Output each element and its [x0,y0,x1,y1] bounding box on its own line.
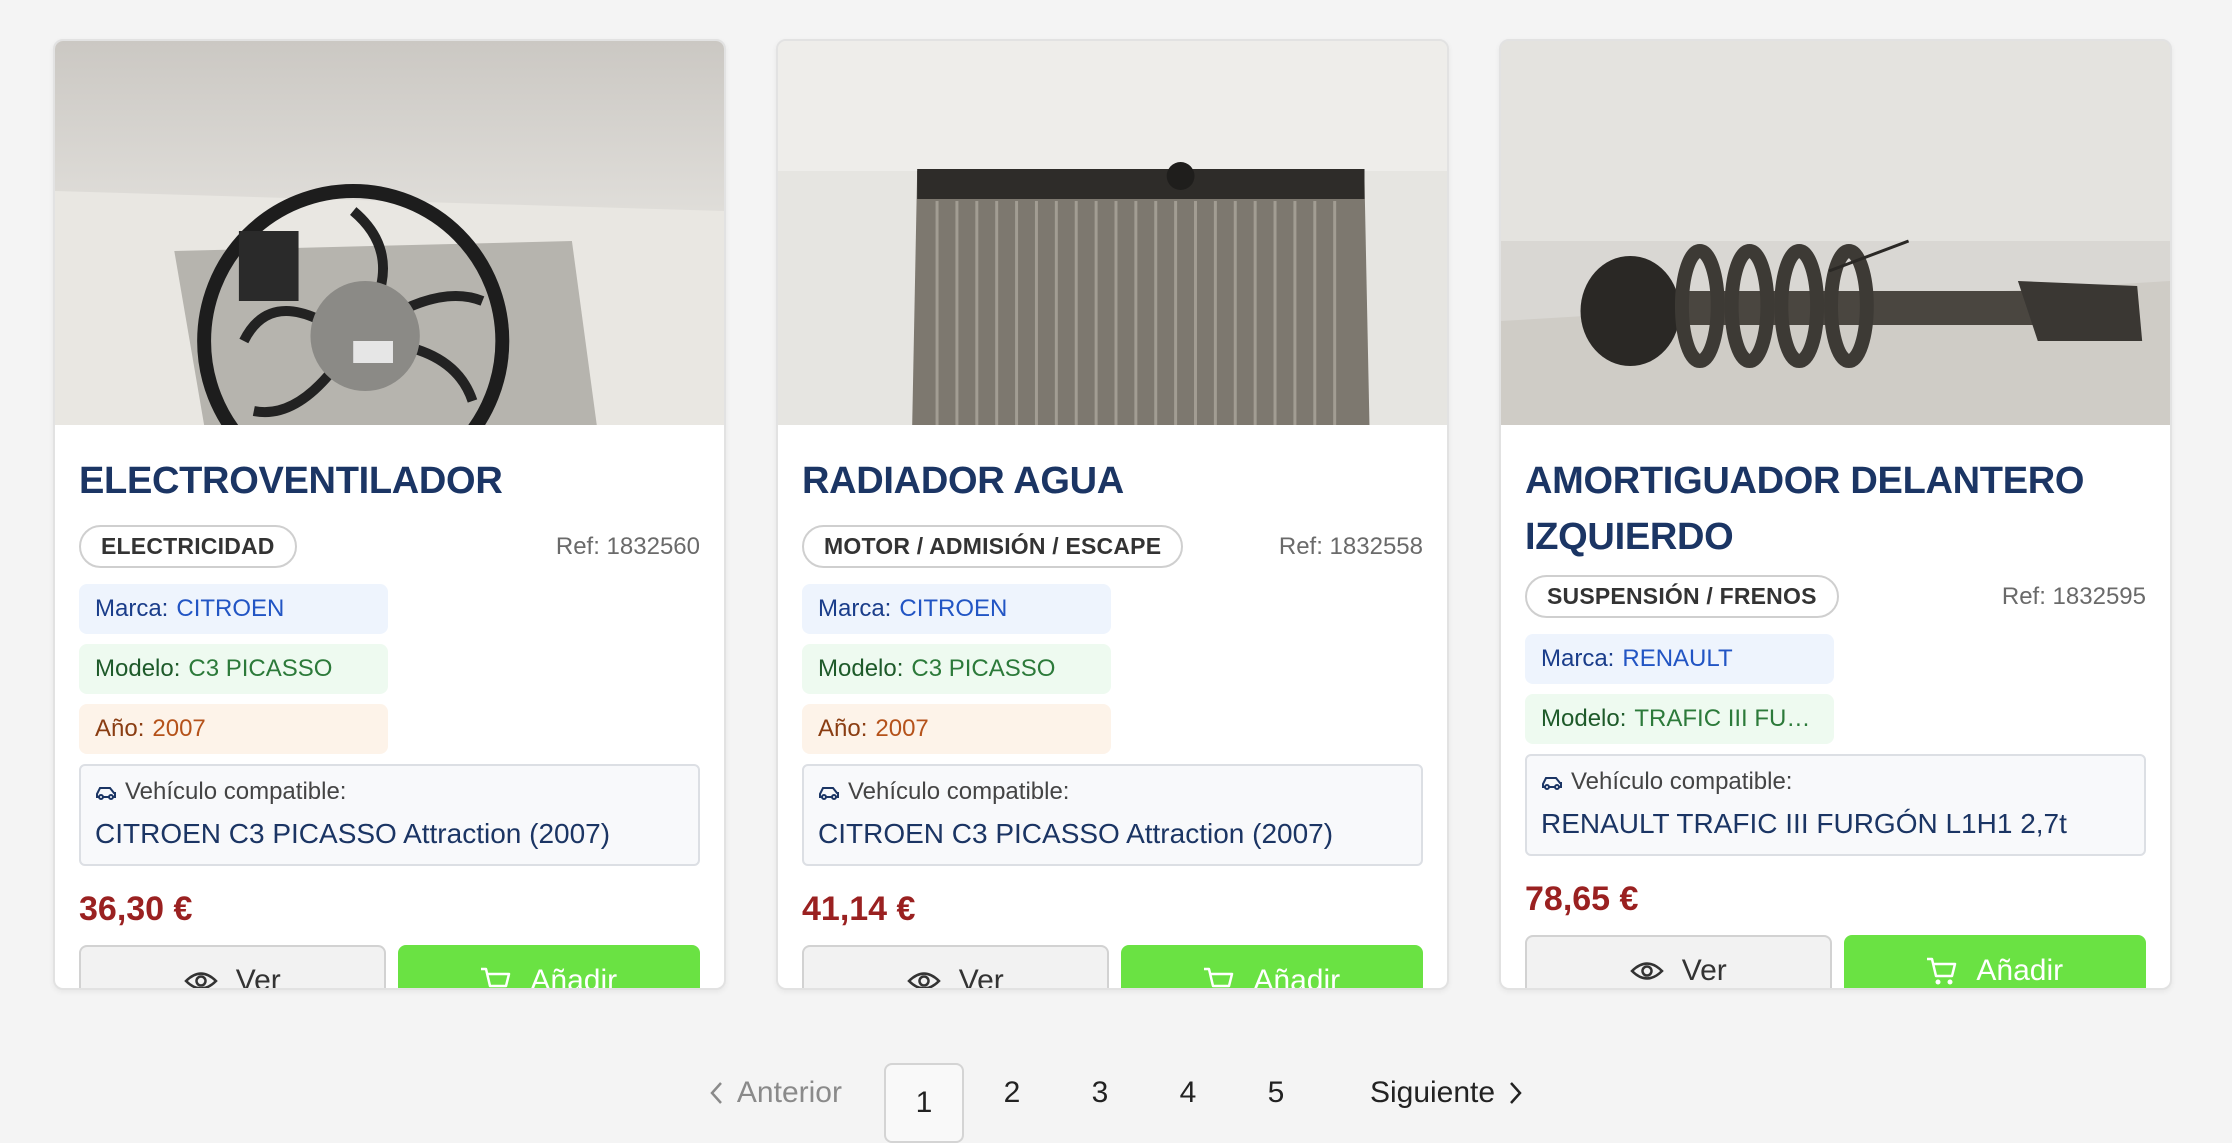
brand-chip: Marca: CITROEN [802,584,1111,634]
chevron-right-icon [1510,1082,1522,1104]
page-1[interactable]: 1 [883,1063,964,1143]
product-image-fan[interactable] [55,41,724,425]
view-label: Ver [1681,954,1727,987]
reference-number: Ref: 1832595 [2001,582,2146,610]
compatible-vehicle: CITROEN C3 PICASSO Attraction (2007) [95,818,611,849]
product-image-radiator[interactable] [778,41,1447,425]
model-chip: Modelo: C3 PICASSO [802,644,1111,694]
eye-icon [183,972,218,988]
page-2[interactable]: 2 [972,1053,1052,1133]
previous-label: Anterior [736,1076,842,1109]
product-title[interactable]: ELECTROVENTILADOR [79,453,700,509]
year-chip: Año: 2007 [79,704,388,754]
model-value: C3 PICASSO [188,655,333,682]
car-icon [819,787,839,800]
year-value: 2007 [875,715,929,742]
pagination: Anterior 1 2 3 4 5 Siguiente [0,1058,2232,1143]
add-to-cart-button[interactable]: Añadir [397,945,700,990]
brand-value: CITROEN [176,595,285,622]
previous-page-button[interactable]: Anterior [709,1076,842,1110]
compatible-vehicle-box: Vehículo compatible: CITROEN C3 PICASSO … [79,764,700,866]
view-label: Ver [958,964,1004,990]
next-label: Siguiente [1369,1076,1496,1109]
cart-icon [481,967,511,988]
compatible-vehicle-box: Vehículo compatible: RENAULT TRAFIC III … [1525,754,2146,856]
product-title[interactable]: AMORTIGUADOR DELANTERO IZQUIERDO [1525,453,2146,565]
reference-number: Ref: 1832560 [555,532,700,560]
product-image-shock-absorber[interactable] [1501,41,2170,425]
reference-number: Ref: 1832558 [1278,532,1423,560]
add-label: Añadir [1253,964,1341,990]
model-chip: Modelo: TRAFIC III FUR... [1525,694,1834,744]
page-5[interactable]: 5 [1236,1053,1316,1133]
product-price: 36,30 € [79,890,193,928]
view-label: Ver [235,964,281,990]
category-badge: SUSPENSIÓN / FRENOS [1525,575,1839,618]
chevron-left-icon [710,1082,722,1104]
product-title[interactable]: RADIADOR AGUA [802,453,1423,509]
eye-icon [906,972,941,988]
model-chip: Modelo: C3 PICASSO [79,644,388,694]
brand-value: CITROEN [899,595,1008,622]
view-button[interactable]: Ver [79,945,386,990]
compatible-label: Vehículo compatible: [1571,768,1793,795]
cart-icon [1204,967,1234,988]
year-value: 2007 [152,715,206,742]
view-button[interactable]: Ver [802,945,1109,990]
compatible-vehicle: CITROEN C3 PICASSO Attraction (2007) [818,818,1334,849]
model-value: C3 PICASSO [911,655,1056,682]
eye-icon [1629,962,1664,980]
product-card: RADIADOR AGUA MOTOR / ADMISIÓN / ESCAPE … [776,39,1449,990]
brand-value: RENAULT [1622,645,1733,672]
product-grid: ELECTROVENTILADOR ELECTRICIDAD Ref: 1832… [53,39,2172,990]
brand-chip: Marca: CITROEN [79,584,388,634]
compatible-label: Vehículo compatible: [125,778,347,805]
category-badge: MOTOR / ADMISIÓN / ESCAPE [802,525,1184,568]
brand-chip: Marca: RENAULT [1525,634,1834,684]
page-3[interactable]: 3 [1060,1053,1140,1133]
add-label: Añadir [530,964,618,990]
cart-icon [1927,957,1957,985]
next-page-button[interactable]: Siguiente [1370,1076,1523,1110]
compatible-label: Vehículo compatible: [848,778,1070,805]
add-label: Añadir [1976,954,2064,987]
category-badge: ELECTRICIDAD [79,525,297,568]
view-button[interactable]: Ver [1525,935,1832,988]
compatible-vehicle-box: Vehículo compatible: CITROEN C3 PICASSO … [802,764,1423,866]
car-icon [1542,777,1562,790]
model-value: TRAFIC III FUR... [1634,705,1818,732]
product-card: AMORTIGUADOR DELANTERO IZQUIERDO SUSPENS… [1499,39,2172,990]
compatible-vehicle: RENAULT TRAFIC III FURGÓN L1H1 2,7t [1541,808,2067,839]
page-4[interactable]: 4 [1148,1053,1228,1133]
product-price: 78,65 € [1525,880,1639,918]
car-icon [96,787,116,800]
product-card: ELECTROVENTILADOR ELECTRICIDAD Ref: 1832… [53,39,726,990]
add-to-cart-button[interactable]: Añadir [1843,935,2146,988]
product-price: 41,14 € [802,890,916,928]
year-chip: Año: 2007 [802,704,1111,754]
add-to-cart-button[interactable]: Añadir [1120,945,1423,990]
